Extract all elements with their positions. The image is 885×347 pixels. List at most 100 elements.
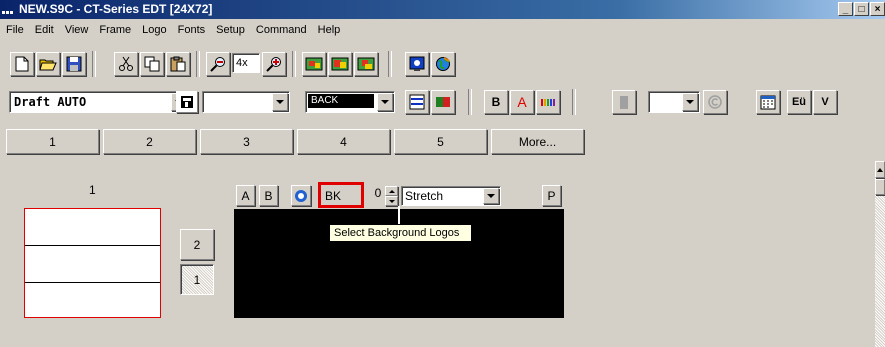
copyright-icon bbox=[708, 95, 722, 109]
zoom-out-button[interactable] bbox=[206, 52, 230, 76]
special-chars-button[interactable]: Eü bbox=[787, 90, 811, 114]
toolbar-separator bbox=[388, 51, 392, 77]
size-dropdown-arrow[interactable] bbox=[272, 93, 288, 111]
chevron-up-icon bbox=[388, 189, 395, 193]
tooltip-text: Select Background Logos bbox=[334, 227, 460, 239]
special-chars-label: Eü bbox=[791, 96, 807, 108]
spin-control[interactable] bbox=[385, 186, 398, 206]
picture-icon bbox=[331, 57, 349, 71]
line-a-label: A bbox=[241, 188, 250, 203]
menu-file[interactable]: File bbox=[0, 24, 29, 36]
page-3-button[interactable]: 3 bbox=[200, 129, 293, 154]
menu-fonts[interactable]: Fonts bbox=[172, 24, 211, 36]
chevron-down-icon bbox=[381, 100, 389, 104]
toolbar-separator bbox=[572, 89, 576, 115]
scaling-dropdown-arrow[interactable] bbox=[483, 188, 499, 204]
menu-setup[interactable]: Setup bbox=[210, 24, 250, 36]
spin-down-button[interactable] bbox=[385, 196, 398, 206]
paste-button[interactable] bbox=[166, 52, 190, 76]
page-1-button[interactable]: 1 bbox=[6, 129, 99, 154]
logo-tool-1-button[interactable] bbox=[302, 52, 326, 76]
logo-tool-2-button[interactable] bbox=[328, 52, 352, 76]
more-pages-button[interactable]: More... bbox=[491, 129, 584, 154]
frame-line-1-button[interactable]: 1 bbox=[180, 264, 214, 295]
properties-label: P bbox=[547, 188, 556, 203]
menu-bar: File Edit View Frame Logo Fonts Setup Co… bbox=[0, 20, 885, 39]
scroll-thumb[interactable] bbox=[875, 179, 885, 195]
line-b-button[interactable]: B bbox=[259, 185, 278, 206]
chevron-down-icon bbox=[276, 100, 284, 104]
menu-command[interactable]: Command bbox=[250, 24, 312, 36]
zoom-in-button[interactable] bbox=[262, 52, 286, 76]
copyright-button[interactable] bbox=[703, 90, 727, 114]
chevron-down-icon bbox=[686, 100, 694, 104]
frame-line-2-button[interactable]: 2 bbox=[180, 229, 214, 260]
rainbow-button[interactable] bbox=[536, 90, 560, 114]
menu-logo[interactable]: Logo bbox=[136, 24, 171, 36]
bold-label: B bbox=[491, 95, 501, 109]
scroll-up-button[interactable] bbox=[875, 161, 885, 178]
line-a-button[interactable]: A bbox=[236, 185, 255, 206]
blank-select[interactable] bbox=[648, 91, 700, 113]
background-logo-button[interactable]: BK bbox=[318, 182, 364, 208]
menu-view[interactable]: View bbox=[59, 24, 94, 36]
properties-button[interactable]: P bbox=[542, 185, 561, 206]
calendar-button[interactable] bbox=[756, 90, 780, 114]
save-button[interactable] bbox=[62, 52, 86, 76]
close-button[interactable]: × bbox=[870, 2, 885, 16]
toolbar-separator bbox=[196, 51, 200, 77]
open-button[interactable] bbox=[36, 52, 60, 76]
color-pair-icon bbox=[436, 97, 450, 107]
logo-tool-3-button[interactable] bbox=[354, 52, 378, 76]
send-web-button[interactable] bbox=[431, 52, 455, 76]
cut-button[interactable] bbox=[114, 52, 138, 76]
frame-line-1-button-label: 1 bbox=[193, 272, 201, 287]
picture-icon bbox=[357, 57, 375, 71]
bold-button[interactable]: B bbox=[484, 90, 508, 114]
zoom-level-value: 4x bbox=[236, 57, 248, 69]
menu-edit[interactable]: Edit bbox=[29, 24, 59, 36]
font-color-button[interactable]: A bbox=[510, 90, 534, 114]
minimize-button[interactable]: _ bbox=[838, 2, 853, 16]
size-select[interactable] bbox=[202, 91, 290, 113]
chevron-down-icon bbox=[487, 194, 495, 198]
play-button[interactable] bbox=[291, 185, 311, 206]
title-bar: NEW.S9C - CT-Series EDT [24X72] _ □ × bbox=[0, 0, 885, 19]
vertical-scrollbar[interactable] bbox=[875, 161, 885, 347]
blank-dropdown-arrow[interactable] bbox=[682, 93, 698, 111]
copy-button[interactable] bbox=[140, 52, 164, 76]
tooltip: Select Background Logos bbox=[329, 224, 472, 242]
new-button[interactable] bbox=[10, 52, 34, 76]
frame-line-3[interactable] bbox=[25, 283, 160, 317]
toolbar-separator bbox=[292, 51, 296, 77]
font-select[interactable]: Draft AUTO bbox=[9, 91, 189, 113]
disabled-tool-button[interactable] bbox=[612, 90, 636, 114]
zoom-in-icon bbox=[266, 57, 281, 72]
more-pages-label: More... bbox=[518, 134, 557, 149]
page-5-button[interactable]: 5 bbox=[394, 129, 487, 154]
paste-clipboard-icon bbox=[170, 56, 186, 72]
maximize-button[interactable]: □ bbox=[854, 2, 869, 16]
frame-line-1[interactable] bbox=[25, 209, 160, 246]
align-button[interactable] bbox=[405, 90, 429, 114]
page-4-label: 4 bbox=[340, 134, 347, 149]
color-select[interactable]: BACK bbox=[305, 91, 395, 113]
app-icon bbox=[2, 11, 13, 14]
page-4-button[interactable]: 4 bbox=[297, 129, 390, 154]
color-select-value: BACK bbox=[311, 95, 339, 106]
zoom-level-field[interactable]: 4x bbox=[232, 53, 260, 73]
spin-up-button[interactable] bbox=[385, 186, 398, 196]
scaling-select[interactable]: Stretch bbox=[401, 186, 501, 206]
zoom-out-icon bbox=[210, 57, 225, 72]
preview-button[interactable] bbox=[405, 52, 429, 76]
menu-frame[interactable]: Frame bbox=[93, 24, 136, 36]
page-2-button[interactable]: 2 bbox=[103, 129, 196, 154]
frame-line-2[interactable] bbox=[25, 246, 160, 283]
save-disk-icon bbox=[66, 56, 82, 72]
color-pair-button[interactable] bbox=[431, 90, 455, 114]
frame-preview[interactable] bbox=[24, 208, 161, 318]
color-dropdown-arrow[interactable] bbox=[377, 93, 393, 111]
menu-help[interactable]: Help bbox=[312, 24, 346, 36]
font-style-button[interactable] bbox=[176, 91, 198, 113]
v-button[interactable]: V bbox=[813, 90, 837, 114]
